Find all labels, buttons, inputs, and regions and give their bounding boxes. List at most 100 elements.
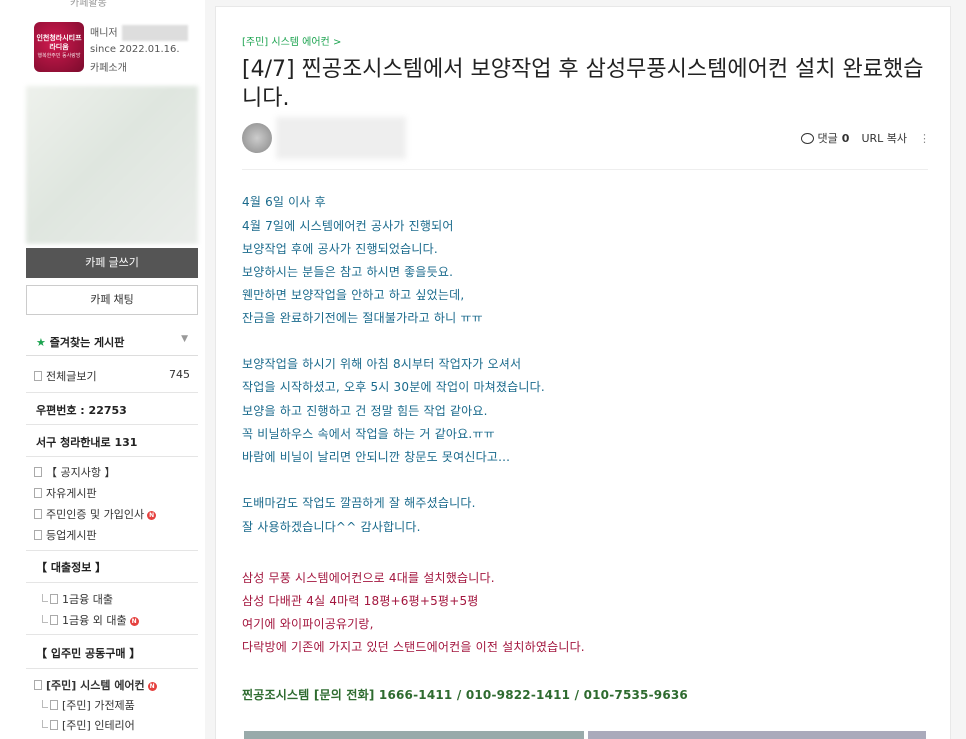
menu-free-board[interactable]: 자유게시판: [34, 485, 97, 501]
body-line: 4월 6일 이사 후: [242, 195, 326, 209]
document-icon: [50, 594, 58, 604]
tree-branch-icon: [42, 594, 48, 602]
cafe-logo[interactable]: 인천청라시티프라디움 행복한주민 동사랑방: [34, 22, 84, 72]
document-icon: [50, 700, 58, 710]
divider: [26, 424, 198, 425]
document-icon: [50, 720, 58, 730]
body-line: 여기에 와이파이공유기랑,: [242, 617, 374, 631]
divider: [26, 582, 198, 583]
divider: [26, 668, 198, 669]
manager-role: 매니저: [90, 28, 118, 39]
menu-interior-label: [주민] 인테리어: [62, 719, 135, 732]
manager-label: 매니저: [90, 24, 188, 41]
tree-branch-icon: [42, 615, 48, 623]
document-icon: [34, 509, 42, 519]
body-line: 바람에 비닐이 날리면 안되니깐 창문도 못여신다고...: [242, 450, 511, 464]
zip-code: 우편번호 : 22753: [36, 404, 127, 417]
body-line: 삼성 다배관 4실 4마력 18평+6평+5평+5평: [242, 594, 479, 608]
tree-branch-icon: [42, 700, 48, 708]
cafe-activity-label: 카페활동: [70, 0, 107, 9]
divider: [26, 634, 198, 635]
tree-branch-icon: [42, 720, 48, 728]
author-avatar[interactable]: [242, 123, 272, 153]
new-badge-icon: N: [147, 511, 157, 520]
cafe-write-button[interactable]: 카페 글쓰기: [26, 248, 198, 278]
document-icon: [34, 467, 42, 477]
menu-loan-other[interactable]: 1금융 외 대출 N: [42, 612, 139, 628]
chevron-down-icon: ▼: [181, 334, 188, 344]
blurred-profile-area: [26, 86, 198, 244]
body-line: 보양을 하고 진행하고 건 정말 힘든 작업 같아요.: [242, 404, 488, 418]
menu-resident-auth[interactable]: 주민인증 및 가입인사 N: [34, 506, 157, 522]
menu-system-aircon-label: [주민] 시스템 에어컨: [46, 679, 145, 692]
body-line: 보양하시는 분들은 참고 하시면 좋을듯요.: [242, 265, 454, 279]
document-icon: [34, 371, 42, 381]
menu-loan-1st-label: 1금융 대출: [62, 593, 113, 606]
body-line: 꼭 비닐하우스 속에서 작업을 하는 거 같아요.ㅠㅠ: [242, 427, 495, 441]
divider: [26, 392, 198, 393]
divider: [26, 550, 198, 551]
all-posts-label: 전체글보기: [46, 370, 97, 383]
menu-loan-other-label: 1금융 외 대출: [62, 614, 127, 627]
more-options-icon[interactable]: ⋮: [919, 132, 930, 145]
url-copy-button[interactable]: URL 복사: [861, 130, 907, 146]
contact-line: 찐공조시스템 [문의 전화] 1666-1411 / 010-9822-1411…: [242, 688, 688, 702]
address: 서구 청라한내로 131: [36, 436, 138, 449]
favorites-board-toggle[interactable]: ★ 즐겨찾는 게시판 ▼: [26, 326, 198, 356]
menu-notice[interactable]: 【 공지사항 】: [34, 464, 115, 480]
menu-resident-auth-label: 주민인증 및 가입인사: [46, 508, 145, 521]
document-icon: [34, 680, 42, 690]
document-icon: [34, 488, 42, 498]
divider: [242, 169, 928, 170]
new-badge-icon: N: [129, 617, 139, 626]
menu-level-up-label: 등업게시판: [46, 529, 97, 542]
article-photo[interactable]: [588, 731, 926, 739]
body-line: 잘 사용하겠습니다^^ 감사합니다.: [242, 520, 421, 534]
menu-loan-1st[interactable]: 1금융 대출: [42, 591, 113, 607]
favorites-label: 즐겨찾는 게시판: [49, 336, 125, 349]
all-posts-link[interactable]: 전체글보기 745: [34, 368, 190, 384]
author-info-blurred: [276, 117, 406, 159]
comment-label: 댓글: [817, 132, 838, 145]
group-buy-header: 【 입주민 공동구매 】: [36, 647, 141, 660]
menu-interior[interactable]: [주민] 인테리어: [42, 717, 135, 733]
divider: [26, 456, 198, 457]
article-meta: 댓글 0 URL 복사 ⋮: [800, 130, 930, 146]
article-panel: [주민] 시스템 에어컨 > [4/7] 찐공조시스템에서 보양작업 후 삼성무…: [215, 6, 951, 739]
cafe-since: since 2022.01.16.: [90, 44, 180, 55]
loan-header: 【 대출정보 】: [36, 561, 107, 574]
menu-free-board-label: 자유게시판: [46, 487, 97, 500]
body-line: 보양작업 후에 공사가 진행되었습니다.: [242, 242, 438, 256]
article-photo[interactable]: [244, 731, 584, 739]
cafe-info: 인천청라시티프라디움 행복한주민 동사랑방 매니저 since 2022.01.…: [34, 20, 204, 80]
comment-icon: [800, 132, 814, 144]
body-line: 삼성 무풍 시스템에어컨으로 4대를 설치했습니다.: [242, 571, 495, 585]
body-line: 잔금을 완료하기전에는 절대불가라고 하니 ㅠㅠ: [242, 311, 483, 325]
menu-appliances-label: [주민] 가전제품: [62, 699, 135, 712]
cafe-chat-button[interactable]: 카페 채팅: [26, 285, 198, 315]
body-line: 도배마감도 작업도 깔끔하게 잘 해주셨습니다.: [242, 496, 476, 510]
menu-notice-label: 【 공지사항 】: [46, 466, 116, 479]
cafe-logo-subtext: 행복한주민 동사랑방: [37, 53, 81, 59]
all-posts-count: 745: [169, 368, 190, 381]
cafe-logo-text: 인천청라시티프라디움: [36, 34, 82, 51]
cafe-intro-link[interactable]: 카페소개: [90, 59, 127, 74]
menu-system-aircon[interactable]: [주민] 시스템 에어컨 N: [34, 677, 157, 693]
board-breadcrumb[interactable]: [주민] 시스템 에어컨 >: [242, 33, 341, 48]
manager-name-blurred: [121, 25, 188, 41]
article-title: [4/7] 찐공조시스템에서 보양작업 후 삼성무풍시스템에어컨 설치 완료했습…: [242, 57, 924, 111]
body-line: 보양작업을 하시기 위해 아침 8시부터 작업자가 오셔서: [242, 357, 522, 371]
menu-level-up[interactable]: 등업게시판: [34, 527, 97, 543]
cafe-sidebar: 카페활동 인천청라시티프라디움 행복한주민 동사랑방 매니저 since 202…: [0, 0, 205, 739]
new-badge-icon: N: [147, 682, 157, 691]
menu-appliances[interactable]: [주민] 가전제품: [42, 697, 135, 713]
document-icon: [34, 530, 42, 540]
body-line: 4월 7일에 시스템에어컨 공사가 진행되어: [242, 219, 454, 233]
document-icon: [50, 615, 58, 625]
comment-button[interactable]: 댓글 0: [800, 130, 850, 146]
body-line: 웬만하면 보양작업을 안하고 하고 싶었는데,: [242, 288, 465, 302]
comment-count: 0: [841, 131, 850, 145]
body-line: 다락방에 기존에 가지고 있던 스탠드에어컨을 이전 설치하였습니다.: [242, 640, 585, 654]
star-icon: ★: [36, 336, 46, 349]
body-line: 작업을 시작하셨고, 오후 5시 30분에 작업이 마쳐졌습니다.: [242, 380, 545, 394]
